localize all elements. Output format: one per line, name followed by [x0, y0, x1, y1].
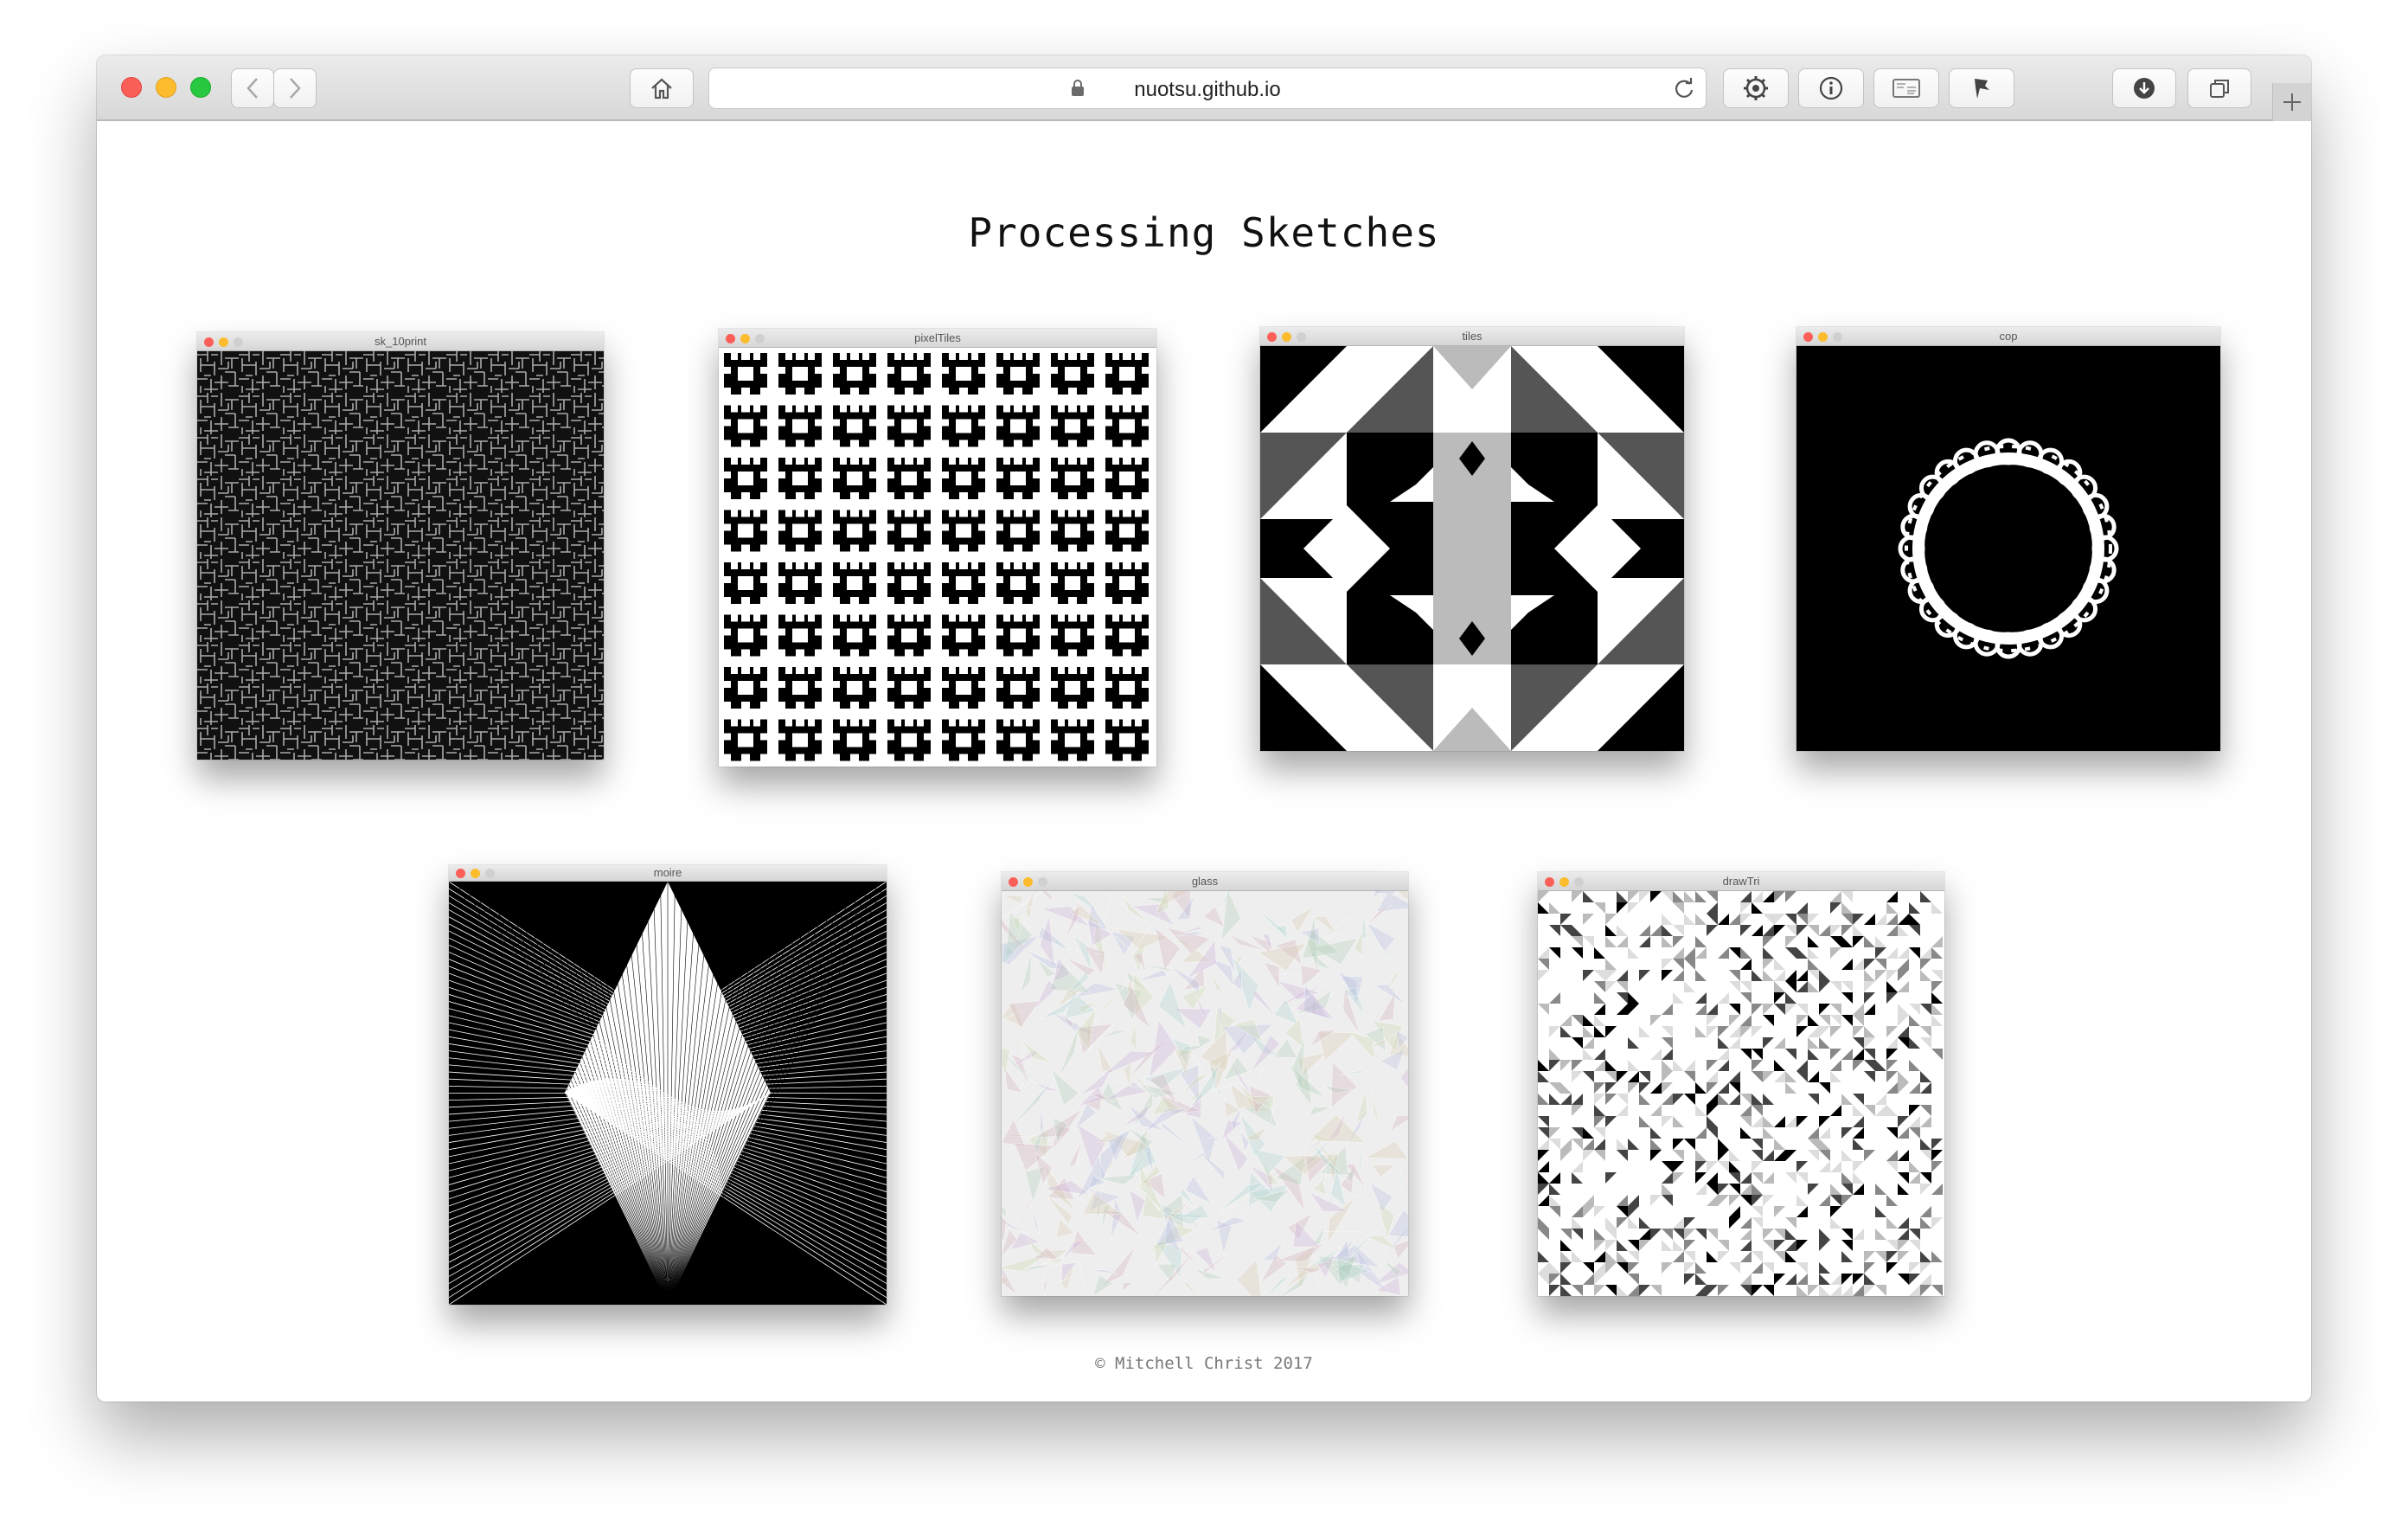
downloads-button[interactable] — [2112, 68, 2176, 108]
home-icon — [651, 78, 672, 99]
sketch-canvas-ring — [1796, 346, 2220, 751]
pin-icon — [1975, 79, 1989, 99]
page-content: Processing Sketches sk_10print pixelTile… — [97, 121, 2311, 1402]
zoom-window-button[interactable] — [190, 77, 211, 98]
sketch-canvas-glass — [1002, 891, 1408, 1296]
sketch-titlebar: sk_10print — [197, 332, 604, 351]
browser-window: nuotsu.github.io Processing Sketches sk_… — [97, 55, 2311, 1402]
forward-button[interactable] — [273, 68, 317, 108]
sketch-canvas-pixel-tiles — [719, 348, 1156, 767]
sketch-name: glass — [1191, 875, 1219, 888]
settings-button[interactable] — [1723, 68, 1789, 108]
sketch-canvas-tiles — [1260, 346, 1684, 751]
info-button[interactable] — [1798, 68, 1864, 108]
forward-icon — [290, 78, 301, 99]
sketch-cop[interactable]: cop — [1796, 327, 2220, 751]
minimize-window-button[interactable] — [156, 77, 176, 98]
sketch-name: moire — [653, 866, 682, 879]
sketch-name: cop — [1999, 330, 2018, 343]
close-window-button[interactable] — [121, 77, 142, 98]
sketch-name: pixelTiles — [914, 331, 961, 344]
sketch-tiles[interactable]: tiles — [1260, 327, 1684, 751]
new-tab-icon — [2283, 93, 2301, 111]
sketch-drawtri[interactable]: drawTri — [1538, 872, 1944, 1296]
sketch-canvas-triangles — [1538, 891, 1944, 1296]
reload-icon[interactable] — [1673, 77, 1695, 99]
sketch-canvas-maze — [197, 351, 604, 760]
url-text: nuotsu.github.io — [1134, 78, 1281, 101]
back-icon — [247, 78, 258, 99]
sketch-glass[interactable]: glass — [1002, 872, 1408, 1296]
sketch-titlebar: glass — [1002, 872, 1408, 891]
sketch-moire[interactable]: moire — [449, 865, 887, 1305]
tabs-icon — [2210, 80, 2229, 98]
sketch-sk-10print[interactable]: sk_10print — [197, 332, 604, 760]
reader-button[interactable] — [1873, 68, 1939, 108]
gear-icon — [1744, 76, 1768, 100]
sketch-canvas-moire — [449, 882, 887, 1305]
sketch-titlebar: cop — [1796, 327, 2220, 346]
tab-overview-button[interactable] — [2187, 68, 2251, 108]
sketch-titlebar: drawTri — [1538, 872, 1944, 891]
info-icon — [1819, 76, 1843, 100]
download-icon — [2134, 78, 2155, 99]
sketch-titlebar: pixelTiles — [719, 329, 1156, 348]
sketch-titlebar: tiles — [1260, 327, 1684, 346]
sketch-name: tiles — [1462, 330, 1483, 343]
sketch-name: sk_10print — [375, 335, 426, 348]
reader-icon — [1892, 79, 1920, 98]
back-button[interactable] — [231, 68, 274, 108]
sketch-titlebar: moire — [449, 865, 887, 882]
address-bar[interactable]: nuotsu.github.io — [708, 67, 1707, 109]
sketch-pixeltiles[interactable]: pixelTiles — [719, 329, 1156, 767]
home-button[interactable] — [630, 68, 694, 108]
footer-copyright: © Mitchell Christ 2017 — [1095, 1354, 1313, 1373]
page-title: Processing Sketches — [968, 209, 1440, 256]
browser-toolbar: nuotsu.github.io — [97, 55, 2311, 121]
pin-button[interactable] — [1949, 68, 2014, 108]
new-tab-button[interactable] — [2272, 83, 2311, 121]
sketch-name: drawTri — [1722, 875, 1760, 888]
